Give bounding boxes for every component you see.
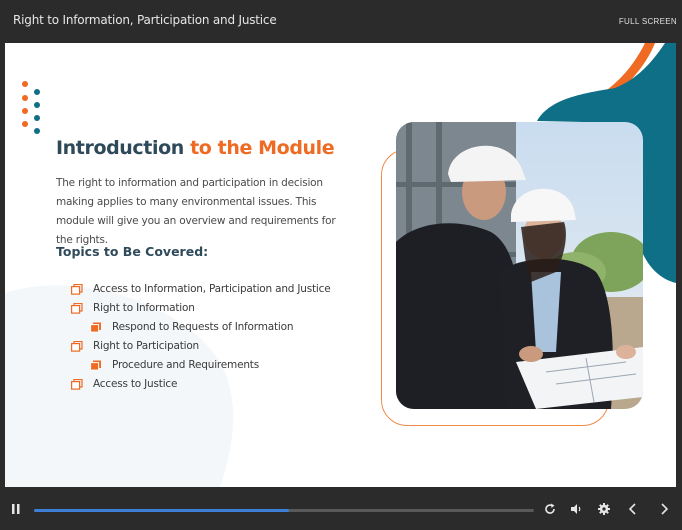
topic-label: Right to Information [93,302,195,314]
next-button[interactable] [656,501,672,517]
prev-button[interactable] [625,501,641,517]
prev-icon [628,503,636,515]
stacked-square-filled-icon [90,360,101,371]
list-item: Access to Information, Participation and… [71,283,331,295]
intro-paragraph: The right to information and participati… [56,177,336,246]
topic-label: Procedure and Requirements [112,359,259,371]
settings-icon [598,503,610,515]
slide-canvas: Introduction to the Module The right to … [5,43,676,487]
next-icon [661,503,669,515]
volume-icon [571,504,581,514]
decorative-dots [22,81,46,137]
replay-button[interactable] [542,501,558,517]
topic-label: Respond to Requests of Information [112,321,294,333]
progress-bar[interactable] [34,509,534,512]
top-bar: Right to Information, Participation and … [0,0,682,42]
player-controls [0,487,682,530]
replay-icon [545,503,555,514]
course-title: Right to Information, Participation and … [13,13,277,27]
topic-label: Access to Justice [93,378,178,390]
volume-button[interactable] [568,501,584,517]
settings-button[interactable] [596,501,612,517]
slide-heading: Introduction to the Module [56,137,335,159]
stacked-square-icon [71,378,83,390]
stacked-square-icon [71,302,83,314]
engineers-illustration [396,122,643,409]
progress-fill [34,509,289,512]
heading-part2: to the Module [190,137,335,159]
stacked-square-filled-icon [90,322,101,333]
engineers-photo [396,122,643,409]
heading-part1: Introduction [56,137,184,159]
list-item: Right to Information [71,302,195,314]
pause-button[interactable] [9,501,23,517]
topics-heading: Topics to Be Covered: [56,244,209,259]
list-item: Procedure and Requirements [90,359,259,371]
topic-label: Right to Participation [93,340,200,352]
list-item: Access to Justice [71,378,177,390]
topic-label: Access to Information, Participation and… [93,283,331,295]
fullscreen-button[interactable]: FULL SCREEN [619,17,677,26]
stacked-square-icon [71,340,83,352]
list-item: Right to Participation [71,340,199,352]
list-item: Respond to Requests of Information [90,321,293,333]
pause-icon [12,504,20,514]
stacked-square-icon [71,283,83,295]
